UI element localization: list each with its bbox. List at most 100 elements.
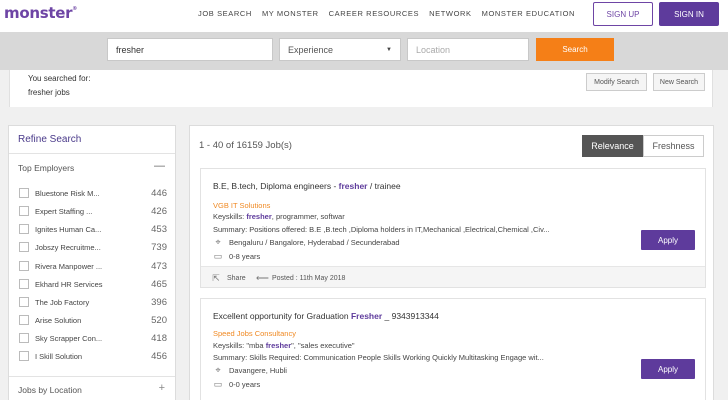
employer-filter[interactable]: Arise Solution 520: [19, 313, 167, 327]
briefcase-icon: ▭: [213, 379, 223, 389]
employer-filter[interactable]: Ignites Human Ca... 453: [19, 222, 167, 236]
job-card: B.E, B.tech, Diploma engineers - fresher…: [200, 168, 706, 288]
sign-up-button[interactable]: SIGN UP: [593, 2, 653, 26]
jobs-by-location-label[interactable]: Jobs by Location: [18, 385, 82, 395]
arrow-left-icon: ⟵: [256, 273, 269, 283]
keyword-input[interactable]: fresher: [107, 38, 273, 61]
nav-job-search[interactable]: JOB SEARCH: [198, 9, 252, 18]
nav-career-resources[interactable]: CAREER RESOURCES: [329, 9, 419, 18]
checkbox[interactable]: [19, 242, 29, 252]
employer-count: 453: [151, 223, 167, 235]
checkbox[interactable]: [19, 224, 29, 234]
caret-down-icon: ▼: [386, 46, 392, 53]
employer-name: Bluestone Risk M...: [35, 188, 100, 198]
employer-filter[interactable]: Ekhard HR Services 465: [19, 277, 167, 291]
employer-name: Arise Solution: [35, 315, 82, 325]
nav-monster-education[interactable]: MONSTER EDUCATION: [482, 9, 575, 18]
employer-filter[interactable]: The Job Factory 396: [19, 295, 167, 309]
employer-count: 520: [151, 314, 167, 326]
experience-select-value: Experience: [288, 44, 334, 55]
company-name[interactable]: VGB IT Solutions: [213, 201, 270, 210]
checkbox[interactable]: [19, 279, 29, 289]
location-input[interactable]: Location: [407, 38, 529, 61]
search-summary: You searched for: fresher jobs Modify Se…: [9, 70, 713, 107]
sign-in-button[interactable]: SIGN IN: [659, 2, 719, 26]
checkbox[interactable]: [19, 206, 29, 216]
job-summary: Summary: Positions offered: B.E ,B.tech …: [213, 225, 550, 234]
company-name[interactable]: Speed Jobs Consultancy: [213, 329, 296, 338]
experience-select[interactable]: Experience ▼: [279, 38, 401, 61]
sort-toggle: Relevance Freshness: [582, 135, 704, 157]
collapse-icon[interactable]: —: [154, 160, 165, 172]
job-title[interactable]: Excellent opportunity for Graduation Fre…: [213, 311, 439, 321]
employer-count: 446: [151, 187, 167, 199]
nav-my-monster[interactable]: MY MONSTER: [262, 9, 319, 18]
employer-count: 396: [151, 296, 167, 308]
search-button[interactable]: Search: [536, 38, 614, 61]
employer-filter[interactable]: Sky Scrapper Con... 418: [19, 331, 167, 345]
location-pin-icon: ⌖: [215, 365, 221, 375]
share-icon: ⇱: [212, 273, 220, 283]
employer-count: 473: [151, 260, 167, 272]
employer-name: The Job Factory: [35, 297, 90, 307]
employer-count: 426: [151, 205, 167, 217]
employer-name: Ekhard HR Services: [35, 279, 103, 289]
posted-date: ⟵ Posted : 11th May 2018: [256, 273, 346, 283]
share-button[interactable]: ⇱ Share: [211, 273, 245, 284]
apply-button[interactable]: Apply: [641, 230, 695, 250]
site-header: monster® JOB SEARCH MY MONSTER CAREER RE…: [0, 0, 728, 32]
checkbox[interactable]: [19, 333, 29, 343]
job-location: ⌖ Bengaluru / Bangalore, Hyderabad / Sec…: [213, 237, 399, 248]
employer-name: I Skill Solution: [35, 351, 83, 361]
monster-logo[interactable]: monster®: [4, 4, 77, 22]
employer-filter[interactable]: Rivera Manpower ... 473: [19, 259, 167, 273]
refine-sidebar: Refine Search Top Employers — Bluestone …: [8, 125, 176, 400]
employer-count: 418: [151, 332, 167, 344]
employer-name: Rivera Manpower ...: [35, 261, 103, 271]
employer-name: Jobszy Recruitme...: [35, 242, 101, 252]
job-card: Excellent opportunity for Graduation Fre…: [200, 298, 706, 400]
keyskills: Keyskills: fresher, programmer, softwar: [213, 212, 345, 221]
employer-count: 456: [151, 350, 167, 362]
employer-count: 739: [151, 241, 167, 253]
main-nav: JOB SEARCH MY MONSTER CAREER RESOURCES N…: [198, 9, 575, 18]
expand-icon[interactable]: +: [159, 382, 165, 394]
refine-search-title: Refine Search: [18, 134, 82, 145]
briefcase-icon: ▭: [213, 251, 223, 261]
employer-filter[interactable]: I Skill Solution 456: [19, 349, 167, 363]
job-location: ⌖ Davangere, Hubli: [213, 365, 287, 376]
employer-filter[interactable]: Expert Staffing ... 426: [19, 204, 167, 218]
job-summary: Summary: Skills Required: Communication …: [213, 353, 544, 362]
search-bar: fresher Experience ▼ Location Search: [0, 32, 728, 70]
location-pin-icon: ⌖: [215, 237, 221, 247]
searched-for-value: fresher jobs: [28, 88, 70, 97]
checkbox[interactable]: [19, 188, 29, 198]
keyskills: Keyskills: "mba fresher", "sales executi…: [213, 341, 355, 350]
top-employers-label: Top Employers: [18, 163, 75, 173]
checkbox[interactable]: [19, 261, 29, 271]
sort-relevance-button[interactable]: Relevance: [582, 135, 643, 157]
checkbox[interactable]: [19, 315, 29, 325]
employer-name: Sky Scrapper Con...: [35, 333, 103, 343]
job-card-footer: ⇱ Share ⟵ Posted : 11th May 2018: [201, 266, 705, 287]
new-search-button[interactable]: New Search: [653, 73, 705, 91]
job-experience: ▭ 0-8 years: [213, 251, 261, 261]
employer-filter[interactable]: Jobszy Recruitme... 739: [19, 240, 167, 254]
employer-count: 465: [151, 278, 167, 290]
apply-button[interactable]: Apply: [641, 359, 695, 379]
job-title[interactable]: B.E, B.tech, Diploma engineers - fresher…: [213, 181, 401, 191]
searched-for-label: You searched for:: [28, 74, 91, 83]
modify-search-button[interactable]: Modify Search: [586, 73, 647, 91]
checkbox[interactable]: [19, 297, 29, 307]
nav-network[interactable]: NETWORK: [429, 9, 472, 18]
employer-name: Expert Staffing ...: [35, 206, 93, 216]
employer-filter[interactable]: Bluestone Risk M... 446: [19, 186, 167, 200]
job-experience: ▭ 0-0 years: [213, 379, 261, 389]
checkbox[interactable]: [19, 351, 29, 361]
employer-name: Ignites Human Ca...: [35, 224, 102, 234]
divider: [9, 376, 175, 377]
divider: [9, 153, 175, 154]
sort-freshness-button[interactable]: Freshness: [643, 135, 704, 157]
results-panel: 1 - 40 of 16159 Job(s) Relevance Freshne…: [189, 125, 714, 400]
results-count: 1 - 40 of 16159 Job(s): [199, 140, 292, 151]
